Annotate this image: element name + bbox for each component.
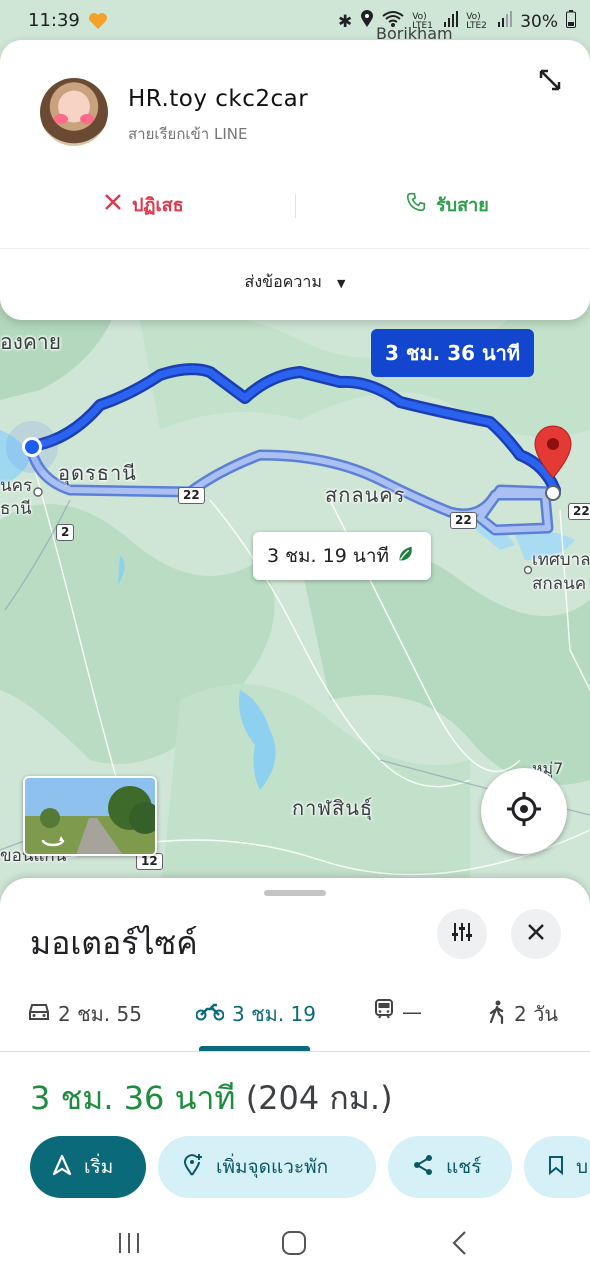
start-navigation-button[interactable]: เริ่ม xyxy=(30,1136,146,1198)
add-location-icon xyxy=(182,1153,204,1182)
signal-lte2: Vo) LTE2 xyxy=(466,11,487,31)
tab-car-label: 2 ชม. 55 xyxy=(58,1002,143,1026)
home-button[interactable] xyxy=(281,1230,307,1260)
map-label-kalasin: กาฬสินธุ์ xyxy=(292,796,374,820)
map-label-sakon: สกลนคร xyxy=(325,483,406,507)
car-icon xyxy=(28,1002,50,1027)
tab-motorcycle-label: 3 ชม. 19 xyxy=(232,1002,317,1026)
travel-mode-title: มอเตอร์ไซค์ xyxy=(30,924,198,962)
call-type-label: สายเรียกเข้า LINE xyxy=(128,125,248,143)
battery-level: 30% xyxy=(520,11,558,32)
notification-heart-icon xyxy=(88,12,108,34)
decline-call-button[interactable]: ปฏิเสธ xyxy=(104,190,184,219)
close-icon xyxy=(527,923,545,945)
save-label: บ xyxy=(576,1156,589,1178)
add-stop-label: เพิ่มจุดแวะพัก xyxy=(216,1156,329,1178)
my-location-button[interactable] xyxy=(481,768,567,854)
location-icon xyxy=(360,10,374,33)
route-summary: 3 ชม. 36 นาที (204 กม.) xyxy=(30,1073,393,1124)
expand-button[interactable] xyxy=(536,66,564,94)
accept-call-button[interactable]: รับสาย xyxy=(406,190,489,219)
phone-icon xyxy=(406,192,426,217)
expand-arrows-icon xyxy=(536,69,564,98)
share-icon xyxy=(412,1154,434,1181)
avatar-cheek xyxy=(54,114,68,124)
save-button[interactable]: บ xyxy=(524,1136,590,1198)
back-button[interactable] xyxy=(450,1230,470,1260)
action-chips: เริ่ม เพิ่มจุดแวะพัก แชร์ บ xyxy=(30,1136,590,1198)
accept-label: รับสาย xyxy=(436,195,489,216)
highway-shield: 22 xyxy=(450,512,477,529)
close-button[interactable] xyxy=(511,909,561,959)
route-distance: (204 กม.) xyxy=(245,1079,393,1117)
travel-mode-tabs: 2 ชม. 55 3 ชม. 19 — 2 วัน xyxy=(0,988,590,1052)
close-x-icon xyxy=(104,193,122,216)
crosshair-icon xyxy=(505,790,543,832)
system-nav-bar xyxy=(0,1210,590,1280)
highway-shield: 22 xyxy=(568,503,590,520)
battery-icon xyxy=(566,10,576,33)
tab-motorcycle[interactable]: 3 ชม. 19 xyxy=(195,998,317,1030)
status-time: 11:39 xyxy=(28,10,80,31)
decline-label: ปฏิเสธ xyxy=(132,195,184,216)
eco-leaf-icon xyxy=(395,543,417,570)
recent-apps-button[interactable] xyxy=(116,1230,142,1260)
avatar-cheek xyxy=(80,114,94,124)
status-bar: 11:39 Borikham ✱ Vo) LTE1 Vo) LTE2 30% xyxy=(0,0,590,44)
motorcycle-icon xyxy=(195,1002,225,1026)
route-options-button[interactable] xyxy=(437,909,487,959)
walk-icon xyxy=(488,1000,506,1029)
active-tab-indicator xyxy=(199,1046,310,1051)
add-stop-button[interactable]: เพิ่มจุดแวะพัก xyxy=(158,1136,376,1198)
map-label-sakon-town: สกลนค xyxy=(532,574,587,594)
route-duration: 3 ชม. 36 นาที xyxy=(30,1079,236,1117)
dropdown-caret-icon: ▼ xyxy=(336,277,346,290)
tab-transit-label: — xyxy=(402,999,422,1024)
wifi-icon xyxy=(382,10,404,33)
share-button[interactable]: แชร์ xyxy=(388,1136,512,1198)
tab-walk-label: 2 วัน xyxy=(514,1002,558,1026)
signal-lte1: Vo) LTE1 xyxy=(412,11,433,31)
map-label-udon: อุดรธานี xyxy=(58,461,137,485)
highway-shield: 2 xyxy=(56,524,75,541)
route-time-badge-alt[interactable]: 3 ชม. 19 นาที xyxy=(253,532,432,580)
tab-car[interactable]: 2 ชม. 55 xyxy=(28,998,142,1030)
tab-transit[interactable]: — xyxy=(374,998,422,1025)
send-message-label: ส่งข้อความ xyxy=(244,272,322,291)
drag-handle[interactable] xyxy=(264,890,326,896)
navigation-arrow-icon xyxy=(52,1154,72,1181)
send-message-button[interactable]: ส่งข้อความ ▼ xyxy=(0,270,590,295)
map-label-nongkhai: องคาย xyxy=(0,330,62,354)
incoming-call-card: HR.toy ckc2car สายเรียกเข้า LINE ปฏิเสธ … xyxy=(0,40,590,320)
highway-shield: 22 xyxy=(178,487,205,504)
bluetooth-icon: ✱ xyxy=(337,11,353,32)
transit-icon xyxy=(374,998,394,1025)
avatar xyxy=(40,78,108,146)
sliders-icon xyxy=(450,920,474,948)
signal-icon xyxy=(444,11,459,32)
route-time-badge-main[interactable]: 3 ชม. 36 นาที xyxy=(371,329,535,377)
map-label-thani: ธานี xyxy=(0,499,32,519)
start-label: เริ่ม xyxy=(84,1156,114,1178)
route-time-main: 3 ชม. 36 นาที xyxy=(385,341,521,365)
bookmark-icon xyxy=(548,1155,564,1180)
tab-walk[interactable]: 2 วัน xyxy=(488,998,558,1030)
street-view-thumbnail[interactable] xyxy=(23,776,157,856)
divider xyxy=(295,194,296,218)
route-time-alt: 3 ชม. 19 นาที xyxy=(267,545,390,567)
map-label-thesaban: เทศบาล xyxy=(532,550,590,570)
share-label: แชร์ xyxy=(446,1156,482,1178)
divider xyxy=(0,248,590,249)
caller-name: HR.toy ckc2car xyxy=(128,86,309,112)
signal-icon xyxy=(498,11,513,32)
